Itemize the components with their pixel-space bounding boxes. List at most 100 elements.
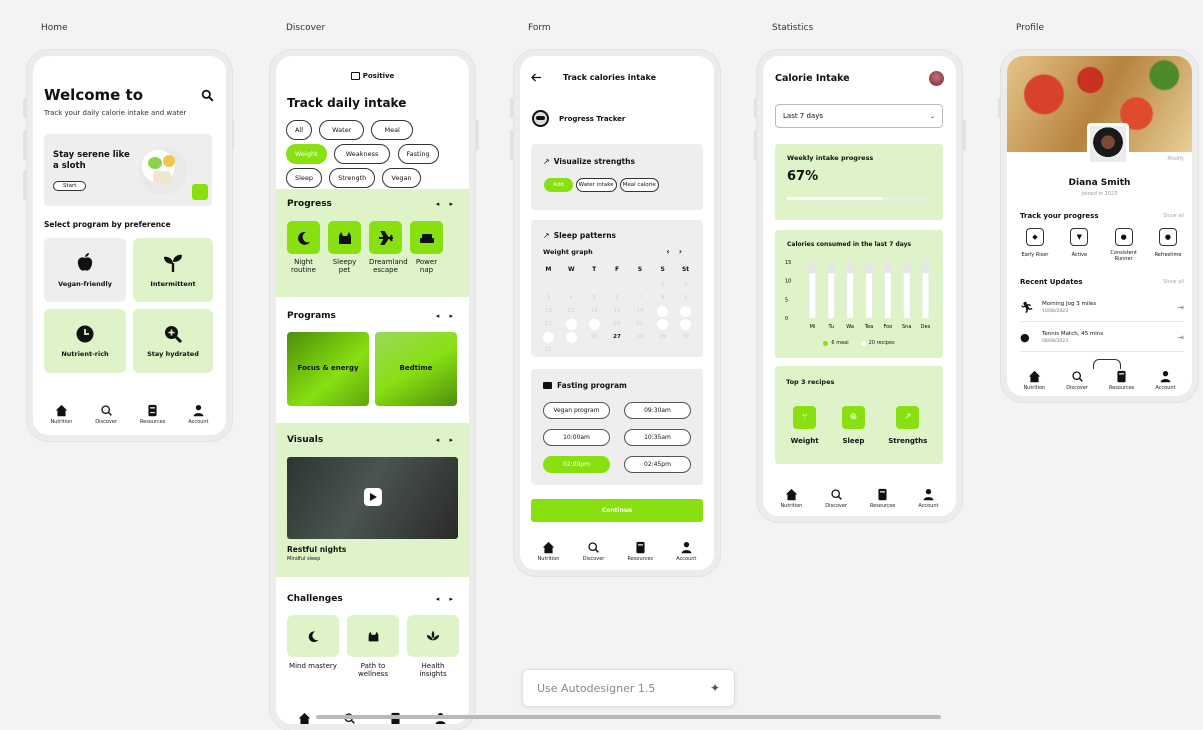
calendar-day[interactable]: 17: [537, 318, 560, 330]
power-nap-tile[interactable]: [410, 221, 443, 254]
chip-all[interactable]: All: [286, 120, 313, 140]
nav-resources[interactable]: Resources: [140, 404, 165, 425]
nav-discover[interactable]: Discover: [825, 488, 847, 509]
horizontal-scrollbar[interactable]: [316, 715, 941, 719]
calendar-day[interactable]: [651, 318, 674, 330]
calendar-day[interactable]: 31: [537, 344, 560, 356]
fasting-option[interactable]: 09:30am: [624, 402, 691, 419]
update-item[interactable]: ● Tennis Match, 45 mins 08/08/2023 ⇥: [1020, 324, 1184, 352]
calendar-day[interactable]: 1: [651, 279, 674, 291]
chip-weakness[interactable]: Weakness: [333, 144, 391, 164]
chip-water-intake[interactable]: Water intake: [575, 178, 617, 192]
calendar-day[interactable]: 20: [606, 318, 629, 330]
nav-discover[interactable]: Discover: [1066, 370, 1088, 391]
calendar-day[interactable]: 30: [674, 331, 697, 343]
chip-fasting[interactable]: Fasting: [397, 144, 439, 164]
fasting-option[interactable]: 02:45pm: [624, 456, 691, 473]
carousel-arrows[interactable]: ◂ ▸: [436, 595, 457, 603]
avatar[interactable]: [929, 71, 944, 86]
challenge-path-tile[interactable]: [347, 615, 399, 657]
nav-account[interactable]: Account: [188, 404, 209, 425]
back-arrow-icon[interactable]: [531, 73, 541, 82]
calendar-day[interactable]: 2: [674, 279, 697, 291]
recipe-weight-button[interactable]: ⑂: [793, 406, 817, 429]
calendar-day[interactable]: 8: [651, 292, 674, 304]
calendar-day[interactable]: [651, 305, 674, 317]
chip-water[interactable]: Water: [319, 120, 365, 140]
program-card-focus[interactable]: Focus & energy: [287, 332, 369, 406]
calendar-day[interactable]: 5: [583, 292, 606, 304]
badge-active[interactable]: ▼: [1070, 228, 1089, 246]
banner-start-button[interactable]: Start: [53, 181, 87, 191]
fasting-option-selected[interactable]: 02:00pm: [543, 456, 610, 473]
program-tile-hydrated[interactable]: Stay hydrated: [133, 309, 213, 373]
modify-link[interactable]: Modify: [1167, 156, 1184, 162]
calendar-day[interactable]: 6: [606, 292, 629, 304]
calendar-day[interactable]: 4: [560, 292, 583, 304]
calendar-day[interactable]: 26: [583, 331, 606, 343]
challenge-health-tile[interactable]: [407, 615, 459, 657]
range-select[interactable]: Last 7 days ⌄: [775, 104, 943, 128]
calendar-day[interactable]: [674, 305, 697, 317]
fasting-option[interactable]: 10:35am: [624, 429, 691, 446]
share-icon[interactable]: ⇥: [1177, 303, 1184, 312]
calendar-day[interactable]: 11: [560, 305, 583, 317]
program-card-bedtime[interactable]: Bedtime: [375, 332, 457, 406]
carousel-arrows[interactable]: ◂ ▸: [436, 200, 457, 208]
nav-resources[interactable]: Resources: [870, 488, 895, 509]
program-tile-vegan[interactable]: Vegan-friendly: [44, 238, 126, 302]
nav-nutrition[interactable]: Nutrition: [780, 488, 802, 509]
calendar-day[interactable]: 14: [628, 305, 651, 317]
nav-account[interactable]: Account: [676, 541, 696, 562]
show-all-link[interactable]: Show all: [1163, 279, 1184, 285]
video-thumbnail[interactable]: [287, 457, 458, 539]
carousel-arrows[interactable]: ◂ ▸: [436, 312, 457, 320]
continue-button[interactable]: Continue: [531, 499, 703, 522]
carousel-arrows[interactable]: ◂ ▸: [436, 436, 457, 444]
recipe-sleep-button[interactable]: ⊕: [841, 406, 865, 429]
calendar-day[interactable]: [560, 318, 583, 330]
chip-weight[interactable]: Weight: [286, 144, 327, 164]
month-nav-arrows[interactable]: ‹›: [666, 247, 691, 256]
calendar-day[interactable]: 29: [651, 331, 674, 343]
update-item[interactable]: 🏃︎ Morning Jog 3 miles 10/08/2023 ⇥: [1020, 294, 1184, 322]
calendar-day[interactable]: [537, 331, 560, 343]
recipe-strengths-button[interactable]: ↗: [896, 406, 920, 429]
calendar-day[interactable]: 12: [583, 305, 606, 317]
calendar-day[interactable]: 9: [674, 292, 697, 304]
calendar-day[interactable]: 13: [606, 305, 629, 317]
calendar-day[interactable]: 27: [606, 331, 629, 343]
chip-vegan[interactable]: Vegan: [382, 168, 421, 188]
chip-strength[interactable]: Strength: [329, 168, 376, 188]
banner-action-icon[interactable]: [192, 184, 208, 200]
nav-nutrition[interactable]: Nutrition: [1023, 370, 1045, 391]
program-tile-intermittent[interactable]: Intermittent: [133, 238, 213, 302]
chip-add[interactable]: Add: [544, 178, 573, 192]
fasting-option[interactable]: Vegan program: [543, 402, 610, 419]
profile-avatar[interactable]: [1087, 123, 1129, 165]
nav-discover[interactable]: Discover: [95, 404, 117, 425]
calendar-day[interactable]: 3: [537, 292, 560, 304]
nav-nutrition[interactable]: Nutrition: [50, 404, 72, 425]
calendar-day[interactable]: 21: [628, 318, 651, 330]
calendar-day[interactable]: 10: [537, 305, 560, 317]
play-button[interactable]: [364, 488, 382, 506]
chip-meal-calorie[interactable]: Meal calorie: [619, 178, 659, 192]
nav-resources[interactable]: Resources: [1109, 370, 1134, 391]
sleepy-pet-tile[interactable]: [328, 221, 361, 254]
home-banner[interactable]: Stay serene like a sloth Start: [44, 134, 212, 206]
nav-discover[interactable]: Discover: [583, 541, 604, 562]
chip-meal[interactable]: Meal: [371, 120, 413, 140]
fasting-option[interactable]: 10:00am: [543, 429, 610, 446]
search-icon[interactable]: [201, 89, 214, 102]
nav-nutrition[interactable]: Nutrition: [538, 541, 559, 562]
dreamland-tile[interactable]: [369, 221, 402, 254]
share-icon[interactable]: ⇥: [1177, 333, 1184, 342]
program-tile-nutrient[interactable]: Nutrient-rich: [44, 309, 126, 373]
chip-sleep[interactable]: Sleep: [286, 168, 323, 188]
calendar-day[interactable]: 7: [628, 292, 651, 304]
badge-refreshme[interactable]: ●: [1158, 228, 1177, 246]
calendar-day[interactable]: [583, 318, 606, 330]
nav-account[interactable]: Account: [1155, 370, 1176, 391]
nav-nutrition[interactable]: [298, 712, 311, 724]
